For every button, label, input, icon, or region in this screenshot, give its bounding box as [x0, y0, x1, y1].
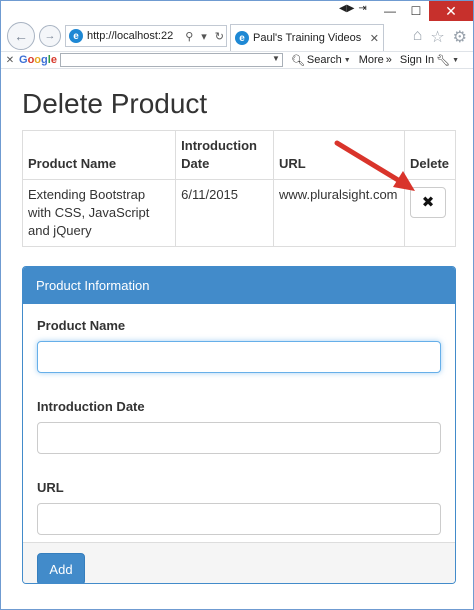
minimize-button[interactable]: — [377, 1, 403, 21]
chevron-down-icon: ▼ [452, 56, 460, 64]
page-content: Delete Product Product Name Introduction… [21, 73, 457, 247]
address-bar[interactable]: e http://localhost:22 ⚲ ▾ ↻ [65, 25, 227, 47]
maximize-button[interactable]: ☐ [403, 1, 429, 21]
url-input[interactable] [37, 503, 441, 535]
product-table: Product Name Introduction Date URL Delet… [21, 130, 457, 247]
table-row: Extending Bootstrap with CSS, JavaScript… [21, 179, 457, 247]
close-window-button[interactable]: ✕ [429, 1, 473, 21]
add-button[interactable]: Add [37, 553, 85, 583]
panel-title: Product Information [23, 267, 455, 304]
more-button[interactable]: More » [355, 54, 396, 66]
delete-button[interactable]: ✖ [409, 187, 446, 218]
header-delete: Delete [403, 130, 457, 180]
toolbar-close-icon[interactable]: ✕ [1, 55, 19, 66]
google-search-button[interactable]: 🔍︎ Search ▼ [287, 54, 355, 67]
google-toolbar: ✕ Google ▼ 🔍︎ Search ▼ More » Sign In 🔧︎… [1, 51, 473, 69]
refresh-icon[interactable]: ↻ [213, 30, 226, 43]
header-url: URL [273, 130, 405, 180]
header-introduction-date: Introduction Date [175, 130, 275, 180]
settings-gear-icon[interactable]: ⚙ [453, 27, 467, 47]
sign-in-label: Sign In [399, 54, 435, 66]
address-url[interactable]: http://localhost:22 [87, 30, 179, 42]
cell-introduction-date: 6/11/2015 [175, 179, 275, 247]
ie-logo-icon: e [69, 29, 83, 43]
dropdown-icon[interactable]: ▾ [199, 30, 209, 43]
search-icon[interactable]: ⚲ [183, 30, 195, 43]
cell-url: www.pluralsight.com [273, 179, 405, 247]
wrench-icon: 🔧︎ [436, 54, 451, 67]
home-icon[interactable]: ⌂ [413, 27, 423, 47]
panel-body: Product Name Introduction Date URL [23, 304, 455, 542]
cell-delete: ✖ [403, 179, 457, 247]
split-arrows-icon[interactable]: ◀▶ [339, 3, 354, 14]
google-search-input[interactable]: ▼ [59, 53, 283, 67]
product-name-input[interactable] [37, 341, 441, 373]
introduction-date-input[interactable] [37, 422, 441, 454]
favorites-star-icon[interactable]: ☆ [430, 27, 444, 47]
title-bar: ◀▶ ⇥ — ☐ ✕ [1, 1, 473, 21]
browser-tab[interactable]: e Paul's Training Videos ✕ [230, 24, 384, 51]
table-header-row: Product Name Introduction Date URL Delet… [21, 130, 457, 180]
google-logo: Google [19, 54, 57, 66]
chevron-down-icon[interactable]: ▼ [272, 54, 280, 63]
tab-close-icon[interactable]: ✕ [370, 32, 383, 45]
search-icon: 🔍︎ [290, 54, 305, 67]
more-label: More [358, 54, 384, 66]
chevron-down-icon: ▼ [343, 56, 351, 64]
tab-favicon-icon: e [235, 31, 249, 45]
product-info-panel: Product Information Product Name Introdu… [22, 266, 456, 584]
restore-pane-icon[interactable]: ⇥ [358, 3, 366, 14]
window-nav-icons: ◀▶ ⇥ [339, 3, 367, 14]
forward-button[interactable]: → [39, 25, 61, 47]
tab-title: Paul's Training Videos [253, 32, 362, 44]
cell-product-name: Extending Bootstrap with CSS, JavaScript… [21, 179, 177, 247]
double-chevron-icon: » [385, 54, 392, 66]
url-label: URL [37, 480, 64, 495]
sign-in-button[interactable]: Sign In 🔧︎ ▼ [396, 54, 463, 67]
browser-window: ◀▶ ⇥ — ☐ ✕ ← → e http://localhost:22 ⚲ ▾… [0, 0, 474, 610]
header-product-name: Product Name [21, 130, 177, 180]
page-title: Delete Product [22, 88, 208, 119]
search-label: Search [306, 54, 342, 66]
introduction-date-label: Introduction Date [37, 399, 145, 414]
back-button[interactable]: ← [7, 22, 35, 50]
x-mark-icon: ✖ [421, 193, 435, 211]
address-row: ← → e http://localhost:22 ⚲ ▾ ↻ e Paul's… [1, 21, 473, 51]
forward-arrow-icon: → [44, 30, 56, 42]
panel-footer: Add [23, 542, 455, 583]
product-name-label: Product Name [37, 318, 126, 333]
back-arrow-icon: ← [14, 28, 28, 44]
